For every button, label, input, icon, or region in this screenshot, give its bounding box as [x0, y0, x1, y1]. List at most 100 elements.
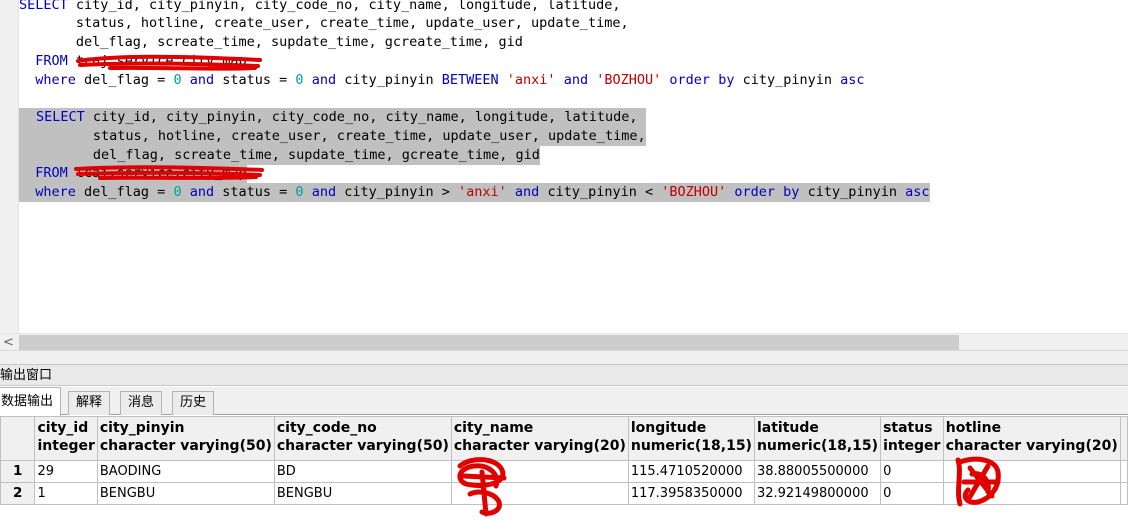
column-type: character varying(20) — [453, 438, 626, 454]
where-clause-part: city_pinyin — [336, 72, 442, 88]
string-literal: 'BOZHOU' — [596, 72, 662, 88]
column-header-status[interactable]: status integer — [880, 416, 944, 461]
cell-status[interactable]: 0 — [880, 460, 944, 483]
output-window-title: 输出窗口 — [0, 368, 53, 383]
column-type: numeric(18,15) — [756, 438, 879, 454]
query2-from-line: FROM tcaj.service.city_map — [19, 164, 247, 183]
query2-line1: SELECT city_id, city_pinyin, city_code_n… — [19, 108, 646, 127]
pane-splitter[interactable] — [0, 350, 1128, 364]
column-name: city_id — [37, 420, 89, 436]
grid-corner[interactable] — [0, 416, 36, 461]
table-row[interactable]: 2 1 BENGBU BENGBU 117.3958350000 32.9214… — [0, 482, 1128, 505]
string-literal: 'anxi' — [506, 72, 556, 88]
where-clause-part: del_flag = — [75, 72, 174, 88]
column-header-city-pinyin[interactable]: city_pinyin character varying(50) — [96, 416, 275, 461]
query1-line3: del_flag, screate_time, supdate_time, gc… — [19, 34, 523, 50]
cell-city-code-no[interactable]: BENGBU — [273, 482, 452, 505]
cell-latitude[interactable]: 32.92149800000 — [753, 482, 882, 505]
column-name: longitude — [630, 420, 707, 436]
and-keyword: and — [311, 184, 337, 200]
order-by-keyword: order by — [669, 72, 735, 88]
number-literal: 0 — [295, 72, 304, 88]
number-literal: 0 — [173, 184, 182, 200]
tab-explain[interactable]: 解释 — [68, 391, 111, 415]
cell-city-pinyin[interactable]: BAODING — [96, 460, 275, 483]
between-keyword: BETWEEN — [441, 72, 499, 88]
query1-where-line: where del_flag = 0 and status = 0 and ci… — [19, 71, 865, 90]
order-column: city_pinyin — [734, 72, 841, 88]
sql-editor[interactable]: SELECT city_id, city_pinyin, city_code_n… — [0, 0, 1128, 333]
column-header-city-code-no[interactable]: city_code_no character varying(50) — [273, 416, 452, 461]
cell-latitude[interactable]: 38.88005500000 — [753, 460, 882, 483]
query2-where-line: where del_flag = 0 and status = 0 and ci… — [19, 183, 930, 202]
where-clause-part: del_flag = — [75, 184, 174, 200]
and-keyword: and — [189, 72, 215, 88]
where-keyword: where — [35, 184, 76, 200]
column-type: integer — [883, 438, 941, 454]
column-name: city_pinyin — [99, 420, 185, 436]
cell-city-id[interactable]: 29 — [34, 460, 98, 483]
asc-keyword: asc — [905, 184, 930, 200]
result-table: city_id integer city_pinyin character vary… — [0, 416, 1128, 505]
query2-line1-rest: city_id, city_pinyin, city_code_no, city… — [84, 109, 646, 125]
cell-city-pinyin[interactable]: BENGBU — [96, 482, 275, 505]
select-keyword: SELECT — [36, 109, 85, 125]
table-row[interactable]: 1 29 BAODING BD 115.4710520000 38.880055… — [0, 460, 1128, 483]
header-row: city_id integer city_pinyin character vary… — [0, 416, 1128, 461]
column-header-city-id[interactable]: city_id integer — [34, 416, 98, 461]
select-keyword: SELECT — [19, 0, 68, 13]
tab-messages[interactable]: 消息 — [120, 391, 163, 415]
scrollbar-thumb[interactable] — [19, 335, 959, 350]
where-clause-part: status = — [214, 184, 296, 200]
column-header-latitude[interactable]: latitude numeric(18,15) — [753, 416, 882, 461]
output-tabs: 数据输出 解释 消息 历史 — [0, 387, 1128, 416]
column-header-city-name[interactable]: city_name character varying(20) — [450, 416, 629, 461]
column-header-overflow[interactable] — [1119, 416, 1128, 461]
column-name: hotline — [945, 420, 1002, 436]
string-literal: 'anxi' — [458, 184, 507, 200]
from-keyword: FROM — [35, 165, 68, 181]
tab-data-output[interactable]: 数据输出 — [0, 387, 62, 416]
cell-overflow[interactable] — [1119, 460, 1128, 483]
where-keyword: where — [35, 72, 76, 88]
query2-line2: status, hotline, create_user, create_tim… — [19, 127, 646, 146]
output-window-title-bar: 输出窗口 — [0, 364, 1128, 386]
row-number[interactable]: 1 — [0, 460, 36, 483]
asc-keyword: asc — [840, 72, 865, 88]
horizontal-scrollbar[interactable]: < — [0, 333, 1128, 350]
column-header-longitude[interactable]: longitude numeric(18,15) — [627, 416, 755, 461]
scroll-left-arrow-icon[interactable]: < — [3, 334, 15, 351]
query1-line1-rest: city_id, city_pinyin, city_code_no, city… — [67, 0, 621, 13]
cell-hotline[interactable] — [942, 482, 1121, 505]
and-keyword: and — [514, 184, 540, 200]
cell-city-id[interactable]: 1 — [34, 482, 98, 505]
cell-city-name[interactable] — [450, 460, 629, 483]
where-clause-part: city_pinyin < — [539, 184, 662, 200]
result-grid[interactable]: city_id integer city_pinyin character vary… — [0, 416, 1128, 522]
number-literal: 0 — [173, 72, 182, 88]
column-type: character varying(50) — [99, 438, 272, 454]
column-type: character varying(20) — [945, 438, 1118, 454]
order-by-keyword: order by — [734, 184, 800, 200]
cell-overflow[interactable] — [1119, 482, 1128, 505]
column-type: character varying(50) — [276, 438, 449, 454]
cell-longitude[interactable]: 117.3958350000 — [627, 482, 755, 505]
tab-history[interactable]: 历史 — [172, 391, 215, 415]
column-name: city_code_no — [276, 420, 377, 436]
cell-city-code-no[interactable]: BD — [273, 460, 452, 483]
cell-city-name[interactable] — [450, 482, 629, 505]
cell-longitude[interactable]: 115.4710520000 — [627, 460, 755, 483]
column-name: latitude — [756, 420, 819, 436]
cell-hotline[interactable] — [942, 460, 1121, 483]
where-clause-part: status = — [214, 72, 296, 88]
query2-table-name: tcaj.service.city_map — [75, 165, 247, 181]
column-header-hotline[interactable]: hotline character varying(20) — [942, 416, 1121, 461]
and-keyword: and — [563, 72, 589, 88]
row-number[interactable]: 2 — [0, 482, 36, 505]
and-keyword: and — [189, 184, 215, 200]
query1-from-line: FROM tcaj.service.city_map — [19, 52, 246, 71]
query1-line2: status, hotline, create_user, create_tim… — [19, 15, 629, 31]
and-keyword: and — [311, 72, 337, 88]
order-column: city_pinyin — [799, 184, 906, 200]
cell-status[interactable]: 0 — [880, 482, 944, 505]
